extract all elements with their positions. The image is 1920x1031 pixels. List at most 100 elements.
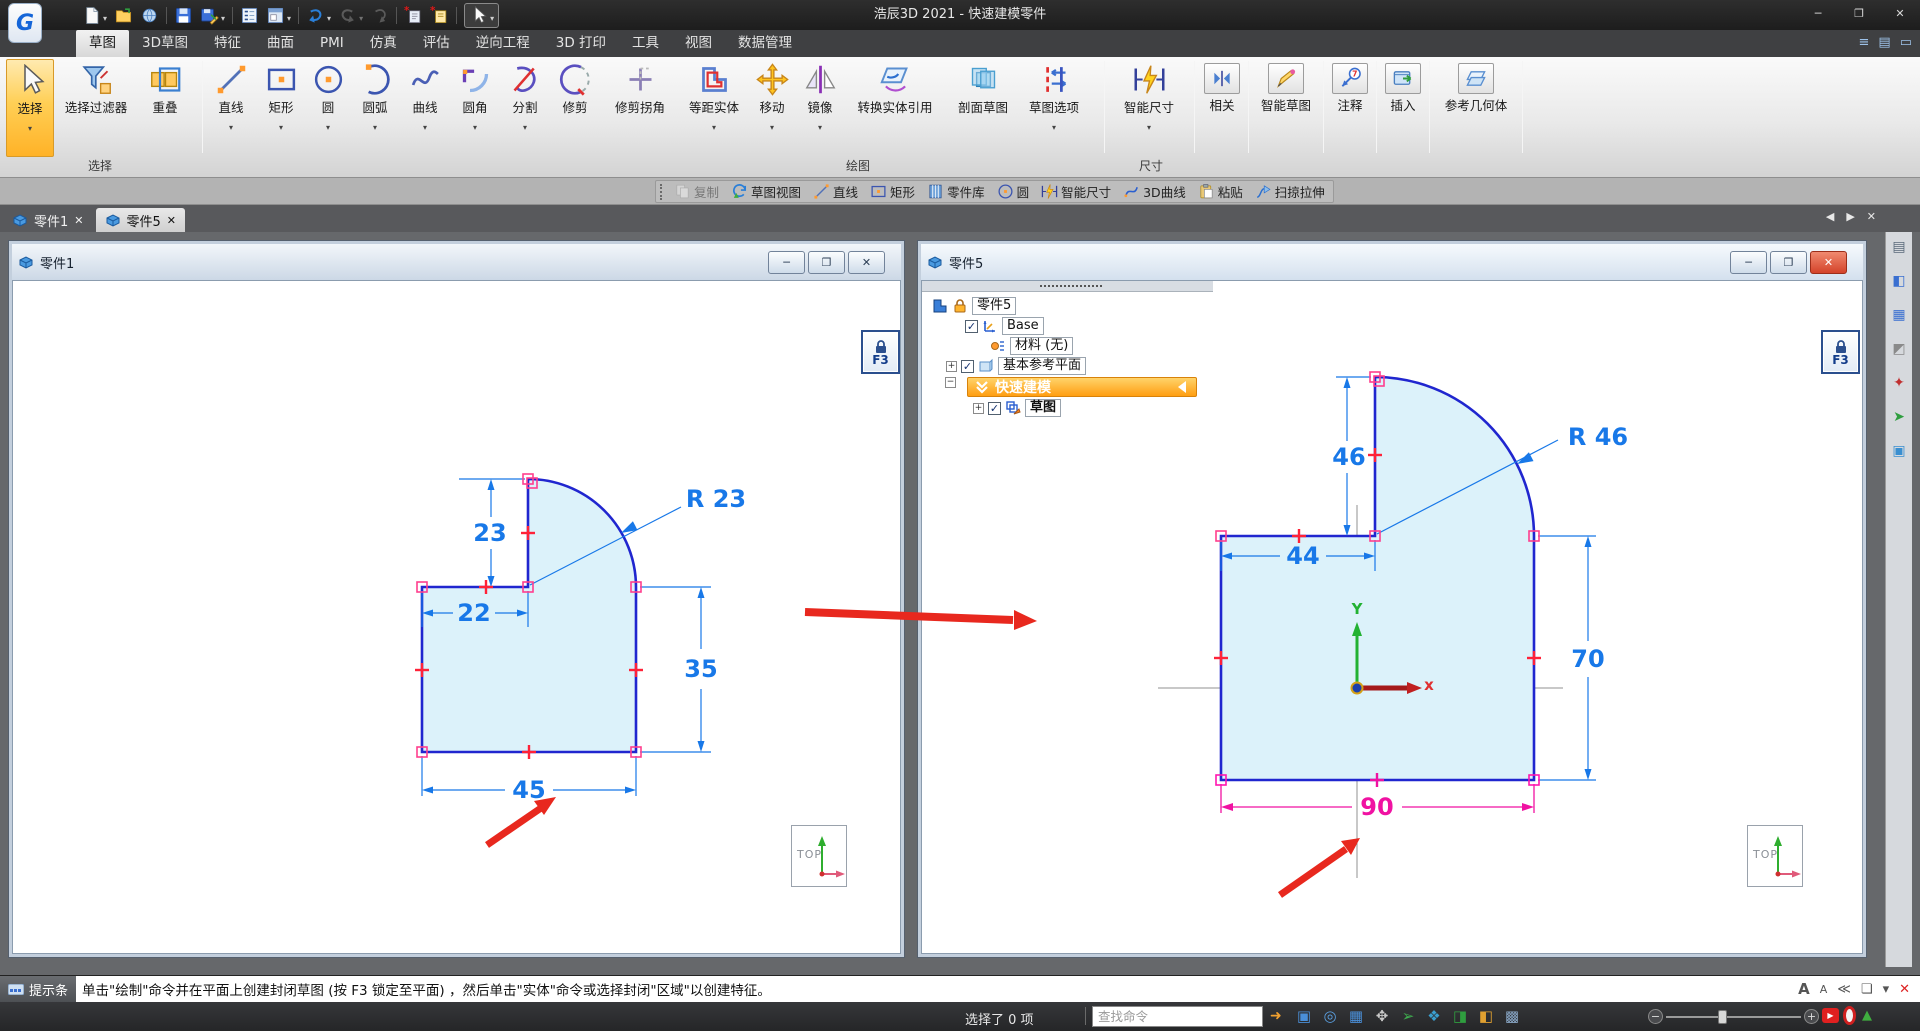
dropdown-arrow-icon[interactable] xyxy=(279,115,283,134)
select-button[interactable]: 选择 xyxy=(6,59,54,157)
help-news-button[interactable]: * xyxy=(430,6,449,25)
dimension-22[interactable]: 22 xyxy=(457,599,490,627)
zoom-handle[interactable] xyxy=(1718,1009,1727,1024)
line-button[interactable]: 直线 xyxy=(206,59,256,157)
part5-close-button[interactable]: ✕ xyxy=(1810,250,1847,274)
pan-icon[interactable]: ✥ xyxy=(1373,1007,1391,1025)
orbit-view-icon[interactable]: ❖ xyxy=(1425,1007,1443,1025)
tree-node-material[interactable]: 材料 (无) xyxy=(990,337,1074,355)
dimension-r23[interactable]: R 23 xyxy=(686,485,746,513)
close-hint-button[interactable]: ✕ xyxy=(1899,982,1910,997)
tree-node-quick-model[interactable]: − xyxy=(945,377,956,388)
circle-button[interactable]: 圆 xyxy=(306,59,350,157)
dropdown-arrow-icon[interactable] xyxy=(423,115,427,134)
convert-entity-button[interactable]: 转换实体引用 xyxy=(844,59,946,157)
font-increase-button[interactable]: A xyxy=(1798,980,1810,998)
new-file-button[interactable] xyxy=(82,6,107,25)
rectangle-button[interactable]: 矩形 xyxy=(256,59,306,157)
part5-title-bar[interactable]: 零件5 ─ ❐ ✕ xyxy=(921,244,1863,280)
tab-reverse[interactable]: 逆向工程 xyxy=(463,30,543,57)
ribbon-layout-icon[interactable]: ▤ xyxy=(1878,35,1890,50)
plane-lock-badge[interactable]: F3 xyxy=(1821,330,1860,374)
dimension-46[interactable]: 46 xyxy=(1332,443,1365,471)
tab-close-icon[interactable]: ✕ xyxy=(167,214,176,227)
smart-dimension-button[interactable]: 智能尺寸 xyxy=(1041,182,1111,201)
insert-button[interactable]: 插入 xyxy=(1379,59,1427,157)
dimension-45[interactable]: 45 xyxy=(512,776,545,804)
doc-tab-part5[interactable]: 零件5 ✕ xyxy=(95,208,185,232)
dropdown-arrow-icon[interactable] xyxy=(326,115,330,134)
checkbox-checked[interactable]: ✓ xyxy=(965,319,978,333)
tab-3d-sketch[interactable]: 3D草图 xyxy=(129,30,201,57)
font-decrease-button[interactable]: A xyxy=(1820,983,1828,996)
checkbox-checked[interactable]: ✓ xyxy=(988,401,1001,415)
smart-dimension-button[interactable]: 智能尺寸 xyxy=(1110,59,1188,157)
views-panel-icon[interactable]: ➤ xyxy=(1890,408,1908,426)
tab-sketch[interactable]: 草图 xyxy=(76,30,129,57)
dropdown-arrow-icon[interactable] xyxy=(712,115,716,134)
line-button[interactable]: 直线 xyxy=(813,182,858,201)
dimension-r46[interactable]: R 46 xyxy=(1568,423,1628,451)
window-close-button[interactable]: ✕ xyxy=(1886,4,1914,24)
palette-panel-icon[interactable]: ◩ xyxy=(1890,340,1908,358)
collapse-icon[interactable]: − xyxy=(945,377,956,388)
tree-node-sketch[interactable]: + ✓ 草图 xyxy=(973,399,1062,417)
part1-close-button[interactable]: ✕ xyxy=(848,250,885,274)
quick-model-highlighted-row[interactable]: 快速建模 xyxy=(967,377,1197,397)
move-button[interactable]: 移动 xyxy=(748,59,796,157)
save-button[interactable] xyxy=(174,6,193,25)
sketch-view-button[interactable]: 草图视图 xyxy=(731,182,801,201)
smart-sketch-button[interactable]: 智能草图 xyxy=(1251,59,1321,157)
sketch-options-button[interactable]: 草图选项 xyxy=(1020,59,1088,157)
select-tool-button[interactable] xyxy=(464,2,500,28)
tab-data[interactable]: 数据管理 xyxy=(725,30,805,57)
tree-node-root[interactable]: 零件5 xyxy=(932,297,1017,315)
part1-minimize-button[interactable]: ─ xyxy=(768,250,805,274)
open-button[interactable] xyxy=(114,6,133,25)
zoom-in-button[interactable]: + xyxy=(1804,1009,1819,1024)
save-as-button[interactable] xyxy=(200,6,225,25)
tab-3d-print[interactable]: 3D 打印 xyxy=(543,30,619,57)
dropdown-arrow-icon[interactable] xyxy=(28,116,32,135)
zoom-out-button[interactable]: − xyxy=(1648,1009,1663,1024)
back-arrow-icon[interactable] xyxy=(1174,379,1190,395)
dimension-70[interactable]: 70 xyxy=(1571,645,1604,673)
dropdown-arrow-icon[interactable] xyxy=(327,6,331,25)
dropdown-arrow-icon[interactable] xyxy=(359,6,363,25)
screen-capture-icon[interactable]: ▣ xyxy=(1295,1007,1313,1025)
doc-tab-part1[interactable]: 零件1 ✕ xyxy=(3,208,93,232)
trim-corner-button[interactable]: 修剪拐角 xyxy=(600,59,680,157)
properties-button[interactable] xyxy=(240,6,259,25)
green-arrow-icon[interactable]: ▲ xyxy=(1862,1008,1872,1023)
window-style-button[interactable] xyxy=(266,6,291,25)
curve-button[interactable]: 曲线 xyxy=(400,59,450,157)
part5-maximize-button[interactable]: ❐ xyxy=(1770,250,1807,274)
grid-panel-icon[interactable]: ▦ xyxy=(1890,306,1908,324)
mirror-button[interactable]: 镜像 xyxy=(796,59,844,157)
fillet-button[interactable]: 圆角 xyxy=(450,59,500,157)
tab-surface[interactable]: 曲面 xyxy=(254,30,307,57)
whats-new-button[interactable]: * xyxy=(404,6,423,25)
undo-button[interactable] xyxy=(306,6,331,25)
zoom-area-icon[interactable]: ◎ xyxy=(1321,1007,1339,1025)
tab-evaluate[interactable]: 评估 xyxy=(410,30,463,57)
dropdown-arrow-icon[interactable] xyxy=(229,115,233,134)
curve-3d-button[interactable]: 3D曲线 xyxy=(1123,182,1186,201)
checkbox-checked[interactable]: ✓ xyxy=(961,359,974,373)
dock-hint-button[interactable]: ❏ xyxy=(1861,982,1873,997)
refresh-view-icon[interactable]: ➢ xyxy=(1399,1007,1417,1025)
plane-lock-badge[interactable]: F3 xyxy=(861,330,900,374)
app-logo-icon[interactable]: G xyxy=(8,3,42,43)
part-library-button[interactable]: 零件库 xyxy=(927,182,985,201)
tab-pmi[interactable]: PMI xyxy=(307,30,357,57)
part1-maximize-button[interactable]: ❐ xyxy=(808,250,845,274)
display-panel-icon[interactable]: ▣ xyxy=(1890,442,1908,460)
tab-feature[interactable]: 特征 xyxy=(201,30,254,57)
select-filter-button[interactable]: 选择过滤器 xyxy=(54,59,138,157)
dropdown-arrow-icon[interactable] xyxy=(221,6,225,25)
circle-button[interactable]: 圆 xyxy=(997,182,1029,201)
record-button[interactable]: ▶ xyxy=(1822,1008,1839,1023)
dimension-23[interactable]: 23 xyxy=(473,519,506,547)
part1-title-bar[interactable]: 零件1 ─ ❐ ✕ xyxy=(12,244,901,280)
dropdown-arrow-icon[interactable] xyxy=(1147,115,1151,134)
